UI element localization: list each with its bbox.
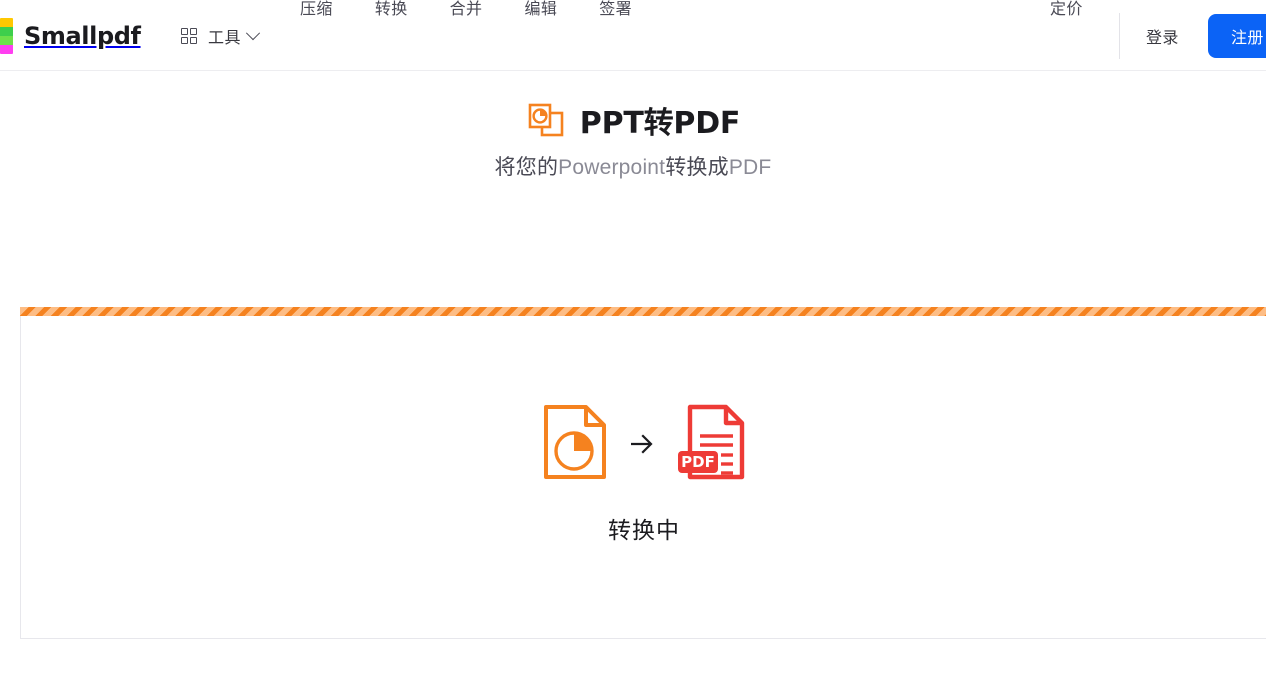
subtitle-part-3: 转换成	[665, 156, 729, 179]
subtitle-part-2: Powerpoint	[558, 156, 666, 179]
conversion-graphic: PDF	[542, 403, 746, 486]
page-subtitle: 将您的Powerpoint转换成PDF	[0, 151, 1266, 181]
conversion-status-text: 转换中	[608, 516, 680, 543]
logo-bar-3	[0, 36, 13, 45]
nav-item-edit[interactable]: 编辑	[524, 0, 557, 23]
nav-item-convert[interactable]: 转换	[375, 0, 408, 23]
page-title: PPT转PDF	[579, 106, 741, 141]
pdf-document-icon: PDF	[676, 403, 746, 486]
tools-menu-button[interactable]: 工具	[181, 22, 261, 50]
nav-item-pricing[interactable]: 定价	[1050, 0, 1083, 23]
login-link[interactable]: 登录	[1146, 24, 1179, 48]
nav-item-sign[interactable]: 签署	[599, 0, 632, 23]
signup-button[interactable]: 注册	[1208, 14, 1266, 58]
powerpoint-file-icon	[526, 101, 566, 139]
header-divider	[1119, 13, 1120, 59]
logo-bar-4	[0, 45, 13, 54]
logo-bar-2	[0, 27, 13, 36]
brand-name: Smallpdf	[24, 22, 141, 50]
nav-item-merge[interactable]: 合并	[450, 0, 483, 23]
hero-title-row: PPT转PDF	[0, 98, 1266, 142]
chevron-down-icon	[245, 26, 261, 41]
site-header: Smallpdf 工具 压缩 转换 合并 编辑 签署 定价 登录 注册	[0, 0, 1266, 71]
conversion-status-area: PDF 转换中	[21, 308, 1266, 639]
arrow-right-icon	[628, 431, 656, 457]
subtitle-part-4: PDF	[728, 156, 772, 179]
powerpoint-document-icon	[542, 403, 608, 486]
nav-item-compress[interactable]: 压缩	[300, 0, 333, 23]
brand-logo[interactable]: Smallpdf	[0, 18, 141, 54]
pdf-badge-label: PDF	[681, 453, 715, 471]
conversion-panel: PDF 转换中	[20, 307, 1266, 639]
logo-bar-1	[0, 18, 13, 27]
tools-menu-label: 工具	[208, 30, 242, 47]
page-root: Smallpdf 工具 压缩 转换 合并 编辑 签署 定价 登录 注册 PPT转…	[0, 0, 1266, 690]
smallpdf-logo-icon	[0, 18, 13, 54]
subtitle-part-1: 将您的	[494, 156, 559, 179]
primary-nav: 压缩 转换 合并 编辑 签署	[300, 0, 632, 23]
hero-section: PPT转PDF 将您的Powerpoint转换成PDF	[0, 98, 1266, 181]
grid-icon	[181, 28, 197, 44]
